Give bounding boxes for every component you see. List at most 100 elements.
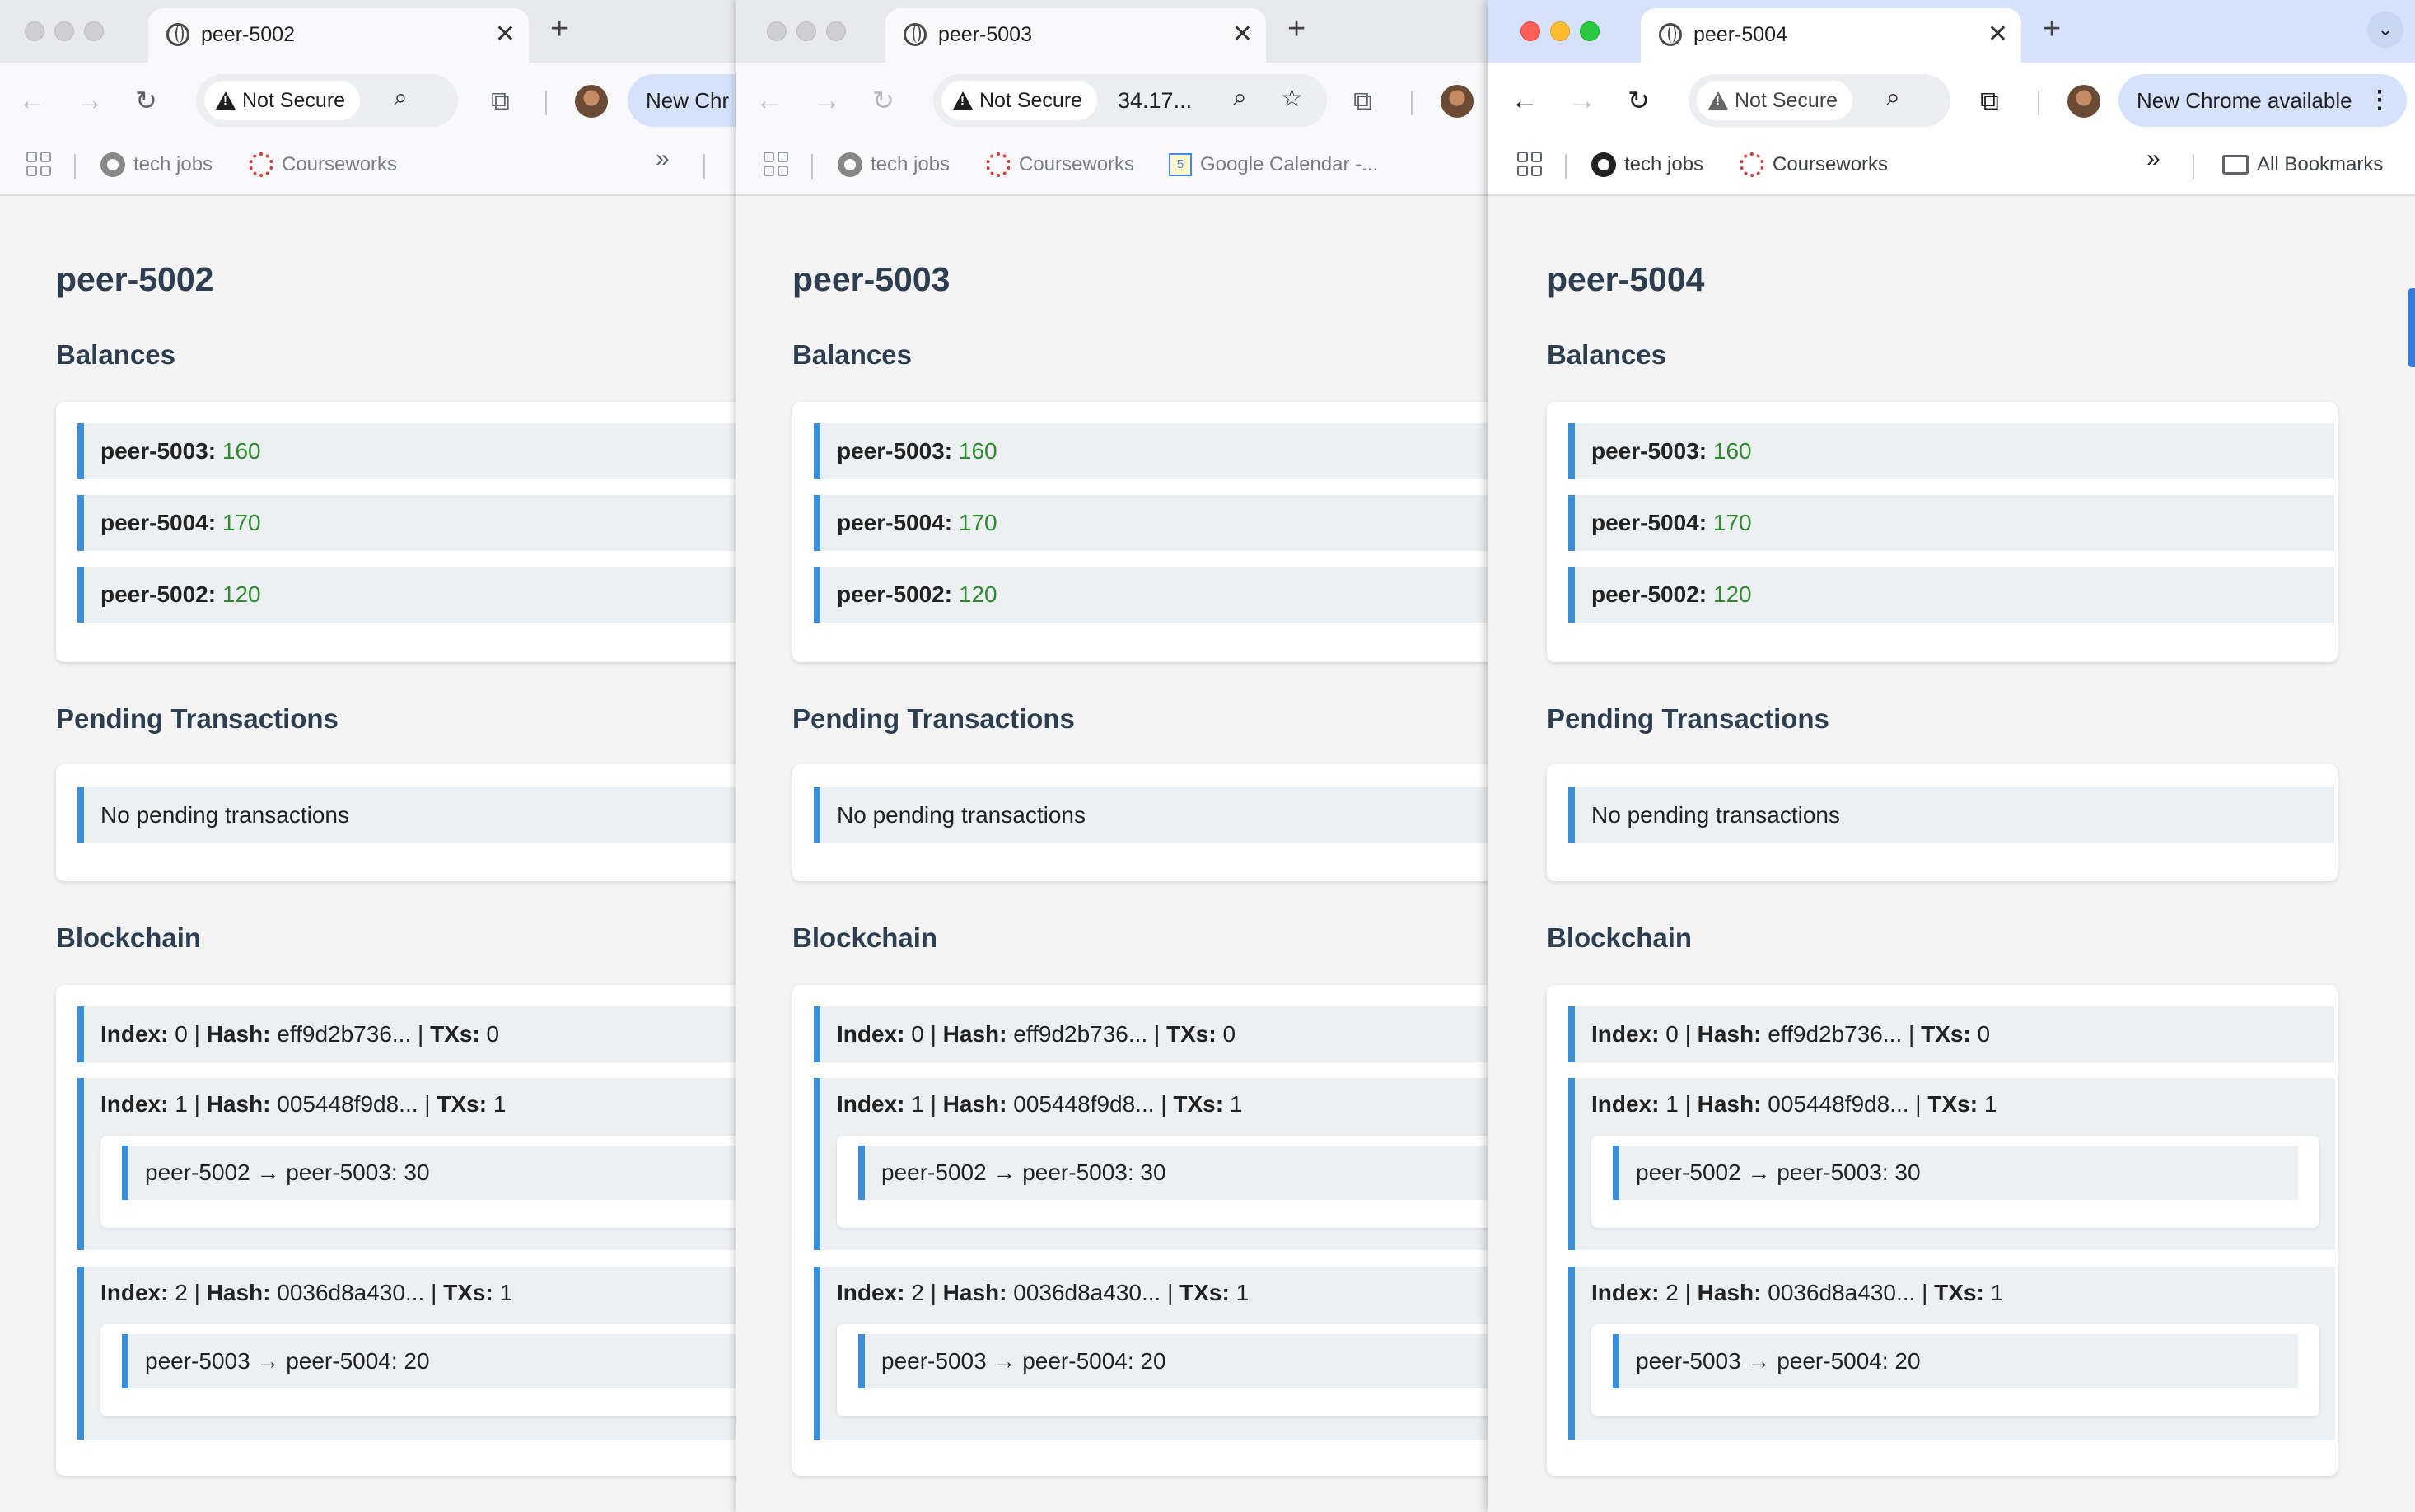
all-bookmarks-button[interactable]: All Bookmarks	[2222, 148, 2383, 181]
apps-grid-icon[interactable]	[26, 152, 51, 176]
avatar[interactable]	[1441, 85, 1474, 118]
arrow-left-icon[interactable]: ←	[755, 84, 783, 117]
block-header: Index: 2 | Hash: 0036d8a430... | TXs: 1	[100, 1280, 513, 1305]
bookmarks-separator	[74, 154, 76, 179]
magnifier-icon[interactable]: ⌕	[394, 84, 408, 112]
block-row: Index: 0 | Hash: eff9d2b736... | TXs: 0	[1568, 1006, 2334, 1062]
puzzle-icon[interactable]: ⧉	[1980, 86, 1999, 117]
bookmark-tech-jobs[interactable]: tech jobs	[838, 148, 950, 181]
peer-name: peer-5004:	[837, 510, 953, 535]
tab-peer-5004[interactable]: peer-5004 ✕	[1641, 8, 2021, 63]
window-minimize-button[interactable]	[796, 21, 816, 41]
hash-label: Hash:	[1697, 1021, 1762, 1047]
pending-card: No pending transactions	[1547, 764, 2338, 881]
arrow-right-icon[interactable]: →	[813, 84, 841, 117]
pending-empty-text: No pending transactions	[837, 802, 1086, 828]
window-maximize-button[interactable]	[826, 21, 846, 41]
window-close-button[interactable]	[767, 21, 787, 41]
arrow-left-icon[interactable]: ←	[1511, 84, 1539, 117]
balance-row: peer-5003: 160	[77, 423, 736, 479]
close-icon[interactable]: ✕	[495, 20, 516, 49]
balance-amount: 170	[958, 510, 997, 535]
new-tab-button[interactable]: +	[1287, 12, 1306, 47]
block-header: Index: 1 | Hash: 005448f9d8... | TXs: 1	[837, 1091, 1243, 1117]
pending-empty-row: No pending transactions	[1568, 787, 2334, 843]
balance-amount: 160	[958, 438, 997, 464]
magnifier-icon[interactable]: ⌕	[1233, 84, 1247, 112]
bookmark-courseworks[interactable]: Courseworks	[249, 148, 397, 181]
block-header: Index: 1 | Hash: 005448f9d8... | TXs: 1	[1591, 1091, 1997, 1117]
bookmark-tech-jobs[interactable]: tech jobs	[100, 148, 213, 181]
pending-heading: Pending Transactions	[56, 703, 339, 734]
star-icon[interactable]: ☆	[1281, 84, 1303, 113]
toolbar: ← → ↻ Not Secure ⌕ ⧉ New Chr	[0, 63, 736, 141]
bookmarks-bar: tech jobs Courseworks » All Bookmarks	[1488, 141, 2415, 196]
security-chip[interactable]: Not Secure	[204, 81, 361, 120]
index-label: Index:	[837, 1091, 905, 1117]
bookmark-tech-jobs[interactable]: tech jobs	[1591, 148, 1703, 181]
puzzle-icon[interactable]: ⧉	[1353, 86, 1372, 117]
bookmarks-bar: tech jobs Courseworks »	[0, 141, 736, 196]
apps-grid-icon[interactable]	[1517, 152, 1542, 176]
page-title: peer-5004	[1547, 260, 1705, 298]
address-bar[interactable]: Not Secure ⌕	[1689, 74, 1950, 127]
arrow-right-icon[interactable]: →	[76, 84, 104, 117]
chevron-double-right-icon[interactable]: »	[2146, 145, 2160, 173]
window-maximize-button[interactable]	[84, 21, 104, 41]
block-hash: 005448f9d8...	[1013, 1091, 1155, 1117]
balance-row: peer-5004: 170	[1568, 495, 2334, 551]
block-row: Index: 2 | Hash: 0036d8a430... | TXs: 1 …	[1568, 1267, 2335, 1440]
reload-icon[interactable]: ↻	[135, 84, 157, 117]
github-icon	[838, 152, 862, 177]
block-index: 1	[911, 1091, 924, 1117]
update-chrome-button[interactable]: New Chrome available ⋮	[2118, 74, 2407, 127]
transaction-row: peer-5002 → peer-5003: 30	[1613, 1146, 2298, 1200]
new-tab-button[interactable]: +	[2043, 12, 2061, 47]
update-chrome-button[interactable]: New Chr	[628, 74, 736, 127]
avatar[interactable]	[575, 85, 608, 118]
folder-icon	[2222, 155, 2249, 175]
three-dot-menu-icon[interactable]: ⋮	[2367, 74, 2392, 127]
peer-name: peer-5003:	[837, 438, 953, 464]
blockchain-card: Index: 0 | Hash: eff9d2b736... | TXs: 0 …	[1547, 985, 2338, 1476]
chevron-double-right-icon[interactable]: »	[656, 145, 670, 173]
balance-amount: 170	[222, 510, 261, 535]
arrow-left-icon[interactable]: ←	[18, 84, 46, 117]
block-index: 1	[175, 1091, 188, 1117]
index-label: Index:	[1591, 1091, 1660, 1117]
block-hash: 005448f9d8...	[277, 1091, 418, 1117]
arrow-right-icon[interactable]: →	[1568, 84, 1596, 117]
window-minimize-button[interactable]	[54, 21, 74, 41]
window-minimize-button[interactable]	[1550, 21, 1570, 41]
chevron-down-icon[interactable]: ⌄	[2367, 12, 2403, 48]
address-bar[interactable]: Not Secure 34.17... ⌕ ☆	[933, 74, 1327, 127]
security-chip[interactable]: Not Secure	[941, 81, 1098, 120]
balance-row: peer-5003: 160	[1568, 423, 2334, 479]
address-bar[interactable]: Not Secure ⌕	[196, 74, 458, 127]
bookmark-courseworks[interactable]: Courseworks	[986, 148, 1134, 181]
tab-peer-5002[interactable]: peer-5002 ✕	[148, 8, 529, 63]
apps-grid-icon[interactable]	[764, 152, 788, 176]
window-close-button[interactable]	[1520, 21, 1540, 41]
window-maximize-button[interactable]	[1580, 21, 1600, 41]
pending-card: No pending transactions	[56, 764, 736, 881]
close-icon[interactable]: ✕	[1988, 20, 2008, 49]
browser-chrome: peer-5002 ✕ + ← → ↻ Not Secure ⌕ ⧉ New C…	[0, 0, 736, 196]
magnifier-icon[interactable]: ⌕	[1886, 84, 1900, 112]
close-icon[interactable]: ✕	[1232, 20, 1253, 49]
bookmark-google-calendar[interactable]: 5 Google Calendar -...	[1169, 148, 1378, 181]
block-row: Index: 1 | Hash: 005448f9d8... | TXs: 1 …	[814, 1078, 1489, 1250]
courseworks-icon	[249, 152, 273, 177]
puzzle-icon[interactable]: ⧉	[491, 86, 510, 117]
bookmark-courseworks[interactable]: Courseworks	[1740, 148, 1888, 181]
security-chip[interactable]: Not Secure	[1697, 81, 1853, 120]
pending-empty-text: No pending transactions	[1591, 802, 1840, 828]
url-text[interactable]: 34.17...	[1118, 88, 1192, 114]
reload-icon[interactable]: ↻	[872, 84, 895, 117]
avatar[interactable]	[2067, 85, 2100, 118]
reload-icon[interactable]: ↻	[1628, 84, 1650, 117]
new-tab-button[interactable]: +	[550, 12, 568, 47]
block-index: 0	[175, 1021, 188, 1047]
tab-peer-5003[interactable]: peer-5003 ✕	[885, 8, 1266, 63]
window-close-button[interactable]	[25, 21, 44, 41]
